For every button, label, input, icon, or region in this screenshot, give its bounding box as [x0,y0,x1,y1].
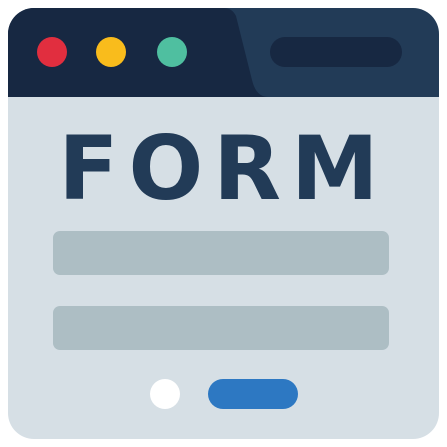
page-heading: FORM [58,117,388,214]
heading-text: FORM [58,117,388,214]
address-bar[interactable] [270,37,402,67]
text-field-1[interactable] [53,231,389,275]
maximize-icon[interactable] [157,37,187,67]
minimize-icon[interactable] [96,37,126,67]
text-field-2[interactable] [53,306,389,350]
submit-button[interactable] [208,379,298,409]
browser-window: FORM [8,8,439,439]
radio-button[interactable] [150,379,180,409]
close-icon[interactable] [37,37,67,67]
